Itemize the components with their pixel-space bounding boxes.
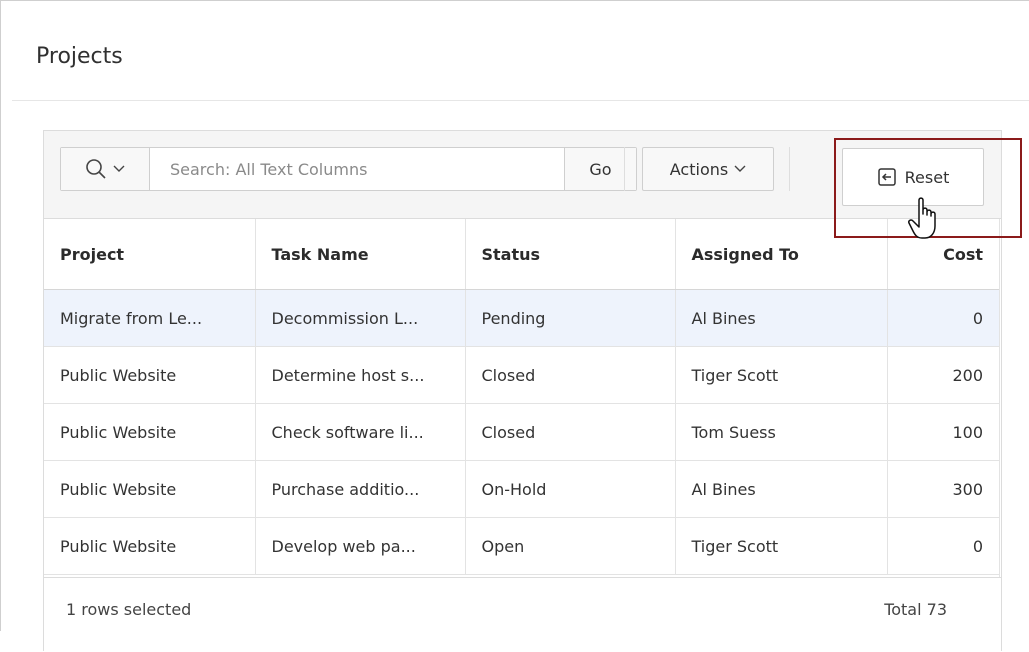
cell-task-name: Develop web pa...: [255, 517, 466, 575]
table-row[interactable]: Public Website Purchase additio... On-Ho…: [44, 460, 999, 518]
report-footer: 1 rows selected Total 73: [44, 577, 1001, 652]
cell-status: Closed: [465, 403, 676, 461]
cell-task-name: Purchase additio...: [255, 460, 466, 518]
chevron-down-icon: [734, 165, 746, 172]
cell-project: Public Website: [44, 460, 256, 518]
cell-assigned-to: Tom Suess: [675, 403, 888, 461]
go-button[interactable]: Go: [564, 148, 636, 190]
cell-status: Open: [465, 517, 676, 575]
cell-task-name: Check software li...: [255, 403, 466, 461]
cell-assigned-to: Al Bines: [675, 460, 888, 518]
cell-project: Public Website: [44, 517, 256, 575]
reset-label: Reset: [904, 167, 950, 187]
cell-status: On-Hold: [465, 460, 676, 518]
column-header-project[interactable]: Project: [44, 219, 256, 290]
cell-cost: 100: [887, 403, 999, 461]
search-column-menu-button[interactable]: [61, 148, 150, 190]
cell-assigned-to: Tiger Scott: [675, 517, 888, 575]
cell-project: Public Website: [44, 403, 256, 461]
cell-assigned-to: Al Bines: [675, 289, 888, 347]
column-header-assigned-to[interactable]: Assigned To: [675, 219, 888, 290]
table-row[interactable]: Migrate from Le... Decommission L... Pen…: [44, 289, 999, 347]
page-title: Projects: [36, 44, 123, 69]
search-input[interactable]: [150, 148, 564, 190]
actions-label: Actions: [669, 159, 729, 179]
chevron-down-icon: [113, 165, 125, 172]
cell-cost: 300: [887, 460, 999, 518]
table-row[interactable]: Public Website Check software li... Clos…: [44, 403, 999, 461]
search-group: Go: [60, 147, 637, 191]
cell-assigned-to: Tiger Scott: [675, 346, 888, 404]
cell-task-name: Decommission L...: [255, 289, 466, 347]
column-header-status[interactable]: Status: [465, 219, 676, 290]
report-toolbar: Go Actions Reset: [44, 131, 1001, 219]
toolbar-separator: [789, 147, 790, 191]
total-count-text: Total 73: [884, 600, 947, 619]
toolbar-separator: [624, 147, 625, 191]
window-top-border: [0, 0, 1029, 1]
window-left-border: [0, 0, 1, 631]
cell-cost: 0: [887, 289, 999, 347]
reset-icon: [877, 168, 896, 186]
rows-selected-text: 1 rows selected: [66, 600, 192, 619]
table-row[interactable]: Public Website Develop web pa... Open Ti…: [44, 517, 999, 575]
table-right-border: [999, 219, 1000, 629]
column-header-task-name[interactable]: Task Name: [255, 219, 466, 290]
cell-task-name: Determine host s...: [255, 346, 466, 404]
cell-status: Pending: [465, 289, 676, 347]
table-row[interactable]: Public Website Determine host s... Close…: [44, 346, 999, 404]
interactive-report-region: Go Actions Reset Project Task Nam: [43, 130, 1002, 652]
cell-project: Public Website: [44, 346, 256, 404]
title-divider: [12, 100, 1029, 101]
cell-cost: 0: [887, 517, 999, 575]
search-icon: [86, 159, 106, 179]
cell-status: Closed: [465, 346, 676, 404]
cell-cost: 200: [887, 346, 999, 404]
hand-cursor-icon: [908, 197, 936, 239]
actions-menu-button[interactable]: Actions: [642, 147, 774, 191]
report-table: Project Task Name Status Assigned To Cos…: [44, 219, 999, 575]
header-row: Project Task Name Status Assigned To Cos…: [44, 219, 999, 290]
cell-project: Migrate from Le...: [44, 289, 256, 347]
